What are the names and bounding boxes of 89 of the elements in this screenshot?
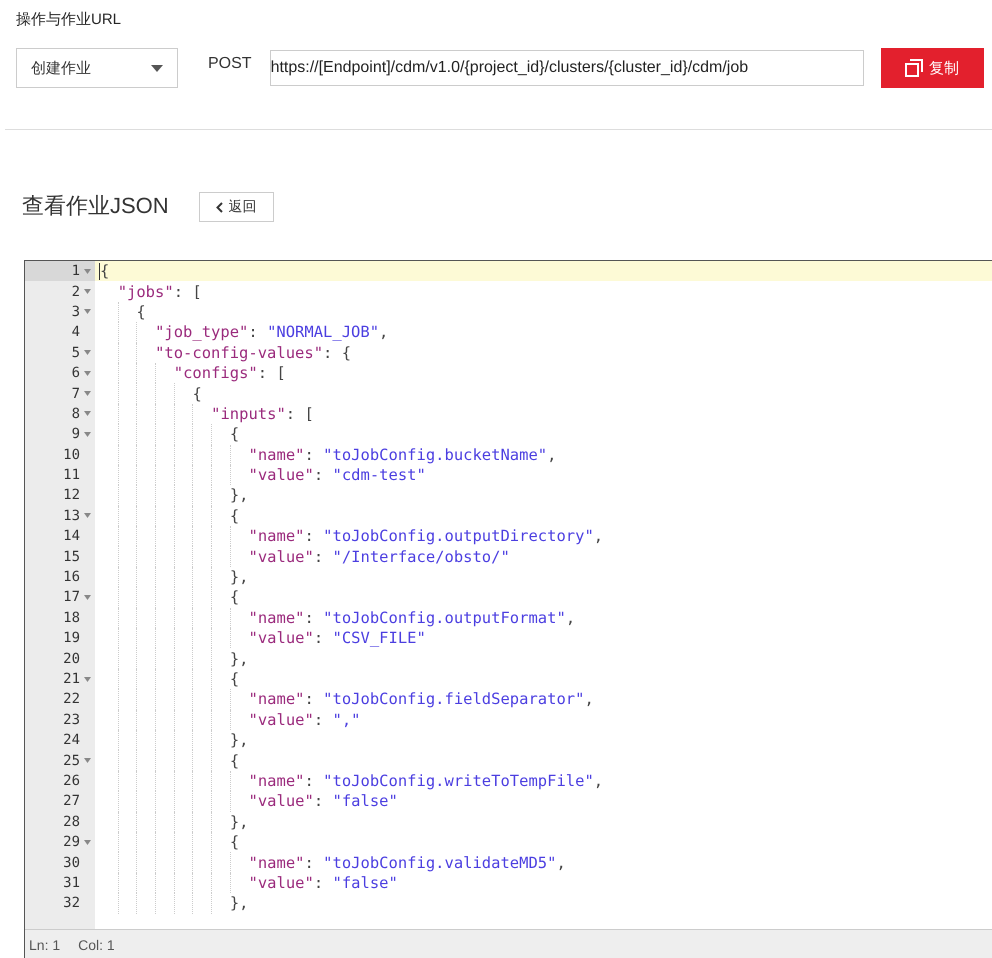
fold-arrow-icon[interactable] <box>84 268 91 274</box>
fold-arrow-icon[interactable] <box>84 391 91 396</box>
fold-arrow-icon[interactable] <box>84 513 91 518</box>
url-field[interactable]: https://[Endpoint]/cdm/v1.0/{project_id}/clusters/{cluster_id}/cdm/job <box>270 50 864 86</box>
code-line: "jobs": [ <box>118 282 202 302</box>
line-number: 12 <box>63 486 80 506</box>
line-number: 27 <box>63 792 80 812</box>
code-line: "name": "toJobConfig.bucketName", <box>248 444 556 465</box>
fold-arrow-icon[interactable] <box>84 411 91 416</box>
code-line: { <box>230 750 240 771</box>
code-line: "value": "," <box>248 710 360 730</box>
caret-icon <box>151 64 163 72</box>
code-line: }, <box>230 567 248 588</box>
fold-arrow-icon[interactable] <box>84 840 91 845</box>
line-number: 8 <box>72 404 80 424</box>
line-number: 2 <box>72 282 80 302</box>
line-number: 9 <box>72 425 80 444</box>
fold-arrow-icon[interactable] <box>84 676 91 682</box>
line-number: 17 <box>63 588 80 608</box>
line-number: 24 <box>63 731 80 750</box>
code-line: "value": "/Interface/obsto/" <box>248 546 510 567</box>
line-number: 23 <box>63 710 80 730</box>
line-number: 16 <box>63 568 80 588</box>
code-line: }, <box>230 485 248 506</box>
code-line: "job_type": "NORMAL_JOB", <box>155 322 388 342</box>
line-number: 32 <box>63 894 80 914</box>
code-line: { <box>230 587 240 608</box>
code-line: { <box>192 384 202 404</box>
line-number: 21 <box>63 670 80 689</box>
line-number: 6 <box>72 364 80 384</box>
fold-arrow-icon[interactable] <box>84 309 91 314</box>
section-heading: 查看作业JSON <box>22 192 169 220</box>
code-line: "name": "toJobConfig.writeToTempFile", <box>248 770 604 791</box>
code-line: }, <box>230 893 248 914</box>
line-number: 11 <box>63 466 80 486</box>
line-number: 30 <box>63 854 80 873</box>
fold-arrow-icon[interactable] <box>84 370 91 376</box>
line-number: 7 <box>72 384 80 404</box>
code-line: { <box>230 832 240 852</box>
fold-arrow-icon[interactable] <box>84 350 91 356</box>
code-line: { <box>230 506 240 526</box>
code-line: }, <box>230 648 248 669</box>
line-number: 28 <box>63 812 80 832</box>
line-number: 14 <box>63 527 80 546</box>
cursor-column: Col: 1 <box>78 936 115 952</box>
fold-arrow-icon[interactable] <box>84 289 91 294</box>
code-line: "name": "toJobConfig.outputDirectory", <box>248 526 604 546</box>
line-number: 15 <box>63 548 80 567</box>
code-line: { <box>230 669 240 689</box>
line-number: 10 <box>63 446 80 465</box>
code-line: "value": "cdm-test" <box>248 465 426 486</box>
line-number: 29 <box>63 833 80 852</box>
code-line: "value": "CSV_FILE" <box>248 628 426 648</box>
fold-arrow-icon[interactable] <box>84 758 91 764</box>
line-number: 22 <box>63 690 80 710</box>
code-line: "name": "toJobConfig.outputFormat", <box>248 608 576 628</box>
line-number: 1 <box>72 262 80 282</box>
code-line: "value": "false" <box>248 791 398 812</box>
line-number: 5 <box>72 344 80 363</box>
line-number: 18 <box>63 608 80 628</box>
method-label: POST <box>208 55 252 73</box>
code-line: "to-config-values": { <box>155 342 352 363</box>
cursor-line: Ln: 1 <box>29 936 60 952</box>
fold-arrow-icon[interactable] <box>84 594 91 600</box>
line-number: 31 <box>63 874 80 893</box>
line-number: 20 <box>63 650 80 669</box>
copy-button[interactable]: 复制 <box>880 48 984 88</box>
code-line: }, <box>230 812 248 832</box>
code-line: { <box>99 261 110 282</box>
chevron-left-icon <box>216 202 223 212</box>
line-number: 3 <box>72 302 80 322</box>
line-number: 19 <box>63 629 80 648</box>
code-line: }, <box>230 730 248 750</box>
section-title: 操作与作业URL <box>15 10 122 30</box>
code-line: { <box>230 424 240 444</box>
code-line: "inputs": [ <box>211 404 314 424</box>
code-line: "name": "toJobConfig.validateMD5", <box>248 852 566 873</box>
line-number: 13 <box>63 506 80 526</box>
code-line: "value": "false" <box>248 872 398 893</box>
code-line: "name": "toJobConfig.fieldSeparator", <box>248 689 594 710</box>
back-button[interactable]: 返回 <box>198 192 274 222</box>
code-line: { <box>136 302 146 322</box>
copy-icon <box>905 59 924 77</box>
code-line: "configs": [ <box>174 363 286 384</box>
line-number: 4 <box>72 323 80 342</box>
line-number: 25 <box>63 752 80 771</box>
line-number: 26 <box>63 772 80 791</box>
fold-arrow-icon[interactable] <box>84 432 91 437</box>
operation-dropdown[interactable]: 创建作业 <box>16 48 178 88</box>
